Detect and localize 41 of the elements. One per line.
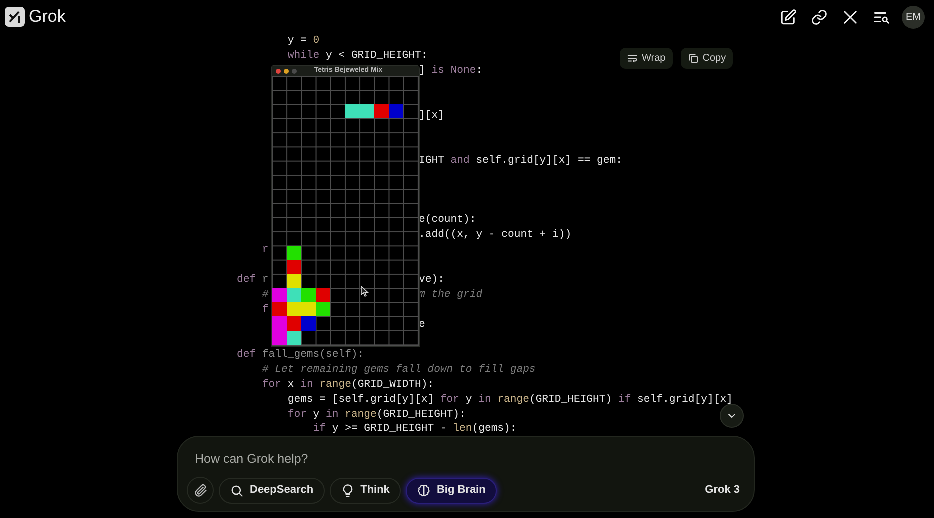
code-fragment: ][x] <box>419 108 444 124</box>
mode-button[interactable]: Big Brain <box>406 478 497 504</box>
code-toolbar-button[interactable]: Copy <box>680 48 734 69</box>
code-fragment: IGHT and self.grid[y][x] == gem: <box>419 154 622 168</box>
brand-name[interactable]: Grok <box>29 4 66 30</box>
mode-button[interactable]: DeepSearch <box>219 478 325 504</box>
brain-icon <box>416 484 431 498</box>
lightbulb-icon <box>340 484 355 498</box>
link-button[interactable] <box>809 7 829 27</box>
code-line: def fall_gems(self): <box>237 348 364 363</box>
code-fragment: ve): <box>419 273 444 288</box>
code-line: for x in range(GRID_WIDTH): <box>261 378 434 393</box>
x-icon <box>842 8 858 26</box>
code-fragment: e(count): <box>419 213 476 228</box>
cursor-icon <box>361 286 369 297</box>
code-fragment: ] is None: <box>419 64 483 79</box>
copy-icon <box>688 53 699 64</box>
prompt-box[interactable]: How can Grok help? DeepSearch Think Big Brain Grok 3 <box>177 436 755 512</box>
code-line: # Let remaining gems fall down to fill gaps <box>261 362 536 378</box>
code-fragment: e <box>419 318 426 333</box>
link-icon <box>810 8 828 26</box>
code-fragment: def r <box>237 274 269 286</box>
code-line: y = 0 <box>286 34 320 49</box>
edit-icon <box>780 8 796 26</box>
logo-icon <box>5 7 25 27</box>
mode-button[interactable]: Think <box>330 478 401 504</box>
code-fragment: # <box>261 289 269 301</box>
wrap-icon <box>627 53 638 64</box>
code-line: for y in range(GRID_HEIGHT): <box>286 408 466 422</box>
search-icon <box>230 484 244 498</box>
code-fragment: .add((x, y - count + i)) <box>419 228 572 244</box>
code-line: if y >= GRID_HEIGHT - len(gems): <box>312 422 517 438</box>
code-toolbar-button[interactable]: Wrap <box>620 48 673 69</box>
code-line: r <box>261 243 269 258</box>
model-selector[interactable]: Grok 3 <box>705 482 740 499</box>
code-line: while y < GRID_HEIGHT: <box>286 48 428 64</box>
code-line: f <box>261 302 269 318</box>
avatar[interactable]: EM <box>902 6 925 28</box>
attach-button[interactable] <box>187 477 214 504</box>
paperclip-icon <box>194 484 208 498</box>
code-line: gems = [self.grid[y][x] for y in range(GRID_HEIGHT) if self.grid[y][x] <box>286 392 733 408</box>
